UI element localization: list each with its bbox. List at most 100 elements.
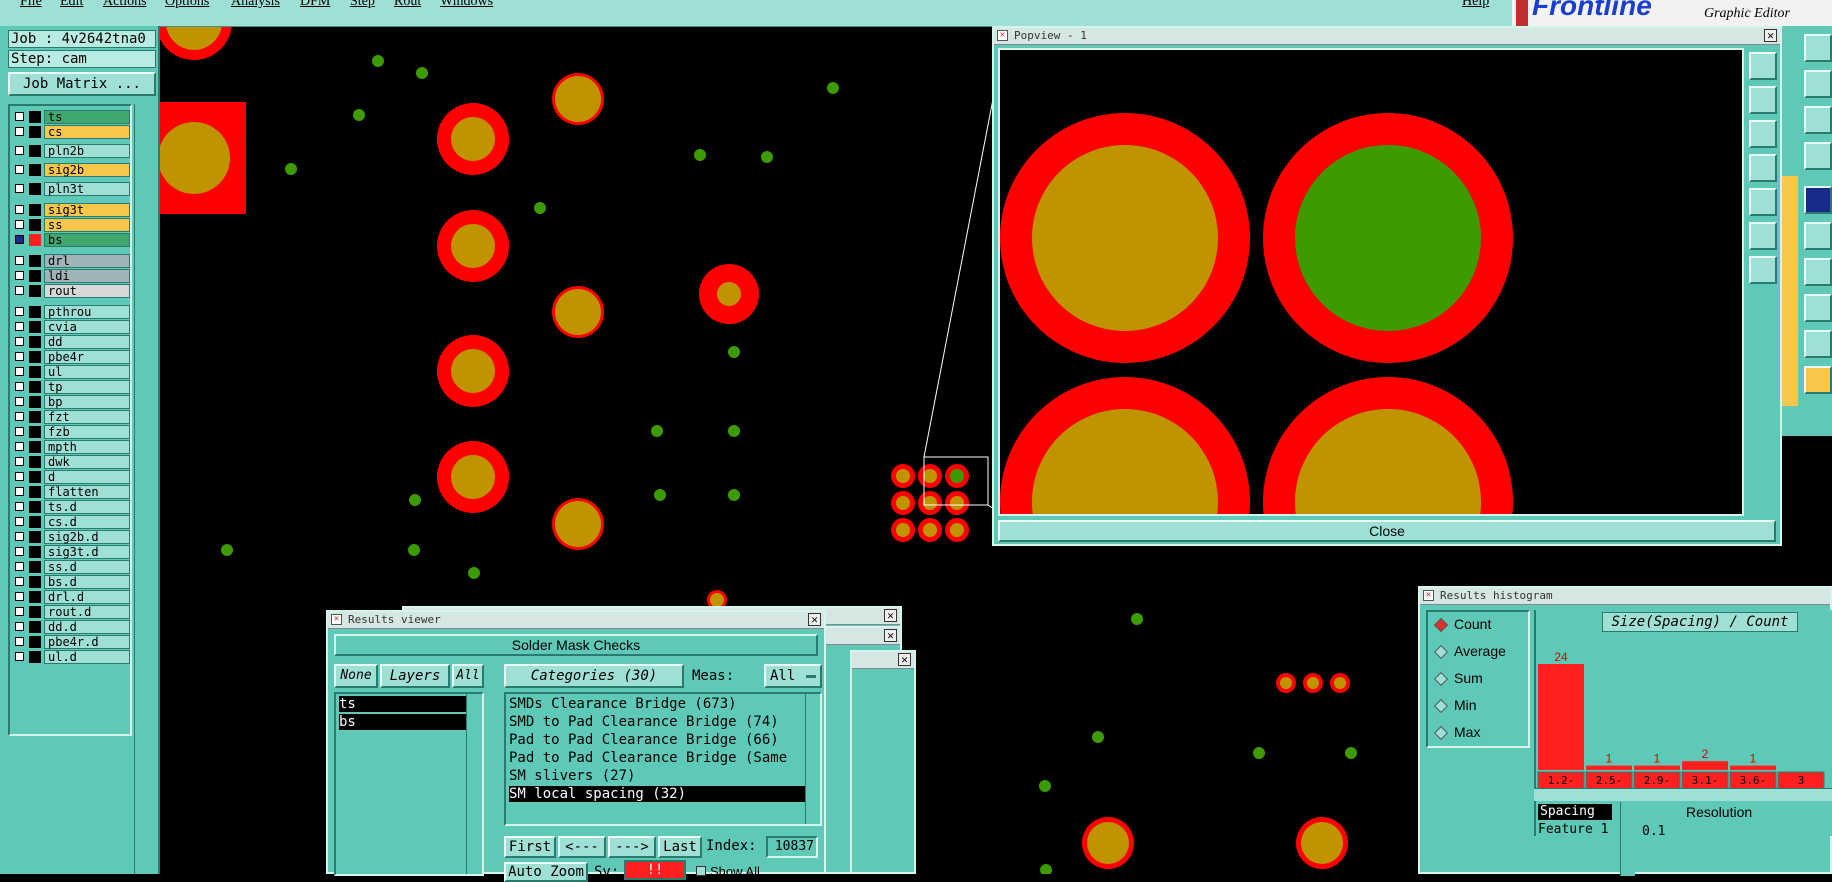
layer-name[interactable]: bs [44, 233, 130, 247]
sv-select[interactable]: !! [624, 860, 686, 880]
tool-line-icon[interactable] [1804, 258, 1832, 286]
layer-color-swatch[interactable] [29, 145, 41, 157]
layer-color-swatch[interactable] [29, 441, 41, 453]
layer-color-swatch[interactable] [29, 606, 41, 618]
layer-name[interactable]: pln3t [44, 182, 130, 196]
layer-name[interactable]: rout.d [44, 605, 130, 619]
layer-checkbox[interactable] [15, 442, 24, 451]
prev-button[interactable]: <--- [558, 836, 606, 858]
layer-color-swatch[interactable] [29, 351, 41, 363]
menu-rout[interactable]: Rout [394, 0, 421, 10]
layer-name[interactable]: dwk [44, 455, 130, 469]
all-button[interactable]: All [452, 664, 484, 688]
layer-checkbox[interactable] [15, 472, 24, 481]
layer-name[interactable]: ss [44, 218, 130, 232]
layer-checkbox[interactable] [15, 592, 24, 601]
layer-color-swatch[interactable] [29, 636, 41, 648]
layer-checkbox[interactable] [15, 184, 24, 193]
histogram-titlebar[interactable]: ✕ Results histogram [1420, 588, 1830, 605]
layer-color-swatch[interactable] [29, 336, 41, 348]
resolution-value[interactable]: 0.1 [1642, 824, 1665, 839]
layer-row-drl[interactable]: drl [12, 254, 130, 268]
layer-color-swatch[interactable] [29, 219, 41, 231]
list-item[interactable]: Pad to Pad Clearance Bridge (Same [509, 750, 805, 766]
layer-checkbox[interactable] [15, 271, 24, 280]
window-menu-icon[interactable]: ✕ [1423, 590, 1434, 601]
layer-color-swatch[interactable] [29, 396, 41, 408]
layer-color-swatch[interactable] [29, 471, 41, 483]
layer-name[interactable]: pbe4r [44, 350, 130, 364]
results-viewer-titlebar[interactable]: ✕ Results viewer ✕ [328, 612, 824, 629]
layer-checkbox[interactable] [15, 220, 24, 229]
layer-row-rout-d[interactable]: rout.d [12, 605, 130, 619]
layer-row-fzt[interactable]: fzt [12, 410, 130, 424]
layer-row-mpth[interactable]: mpth [12, 440, 130, 454]
layer-row-rout[interactable]: rout [12, 284, 130, 298]
layer-name[interactable]: flatten [44, 485, 130, 499]
layer-color-swatch[interactable] [29, 306, 41, 318]
layer-color-swatch[interactable] [29, 126, 41, 138]
layer-color-swatch[interactable] [29, 366, 41, 378]
layer-row-sig3t-d[interactable]: sig3t.d [12, 545, 130, 559]
histogram-bar[interactable] [1682, 761, 1728, 770]
layer-row-ldi[interactable]: ldi [12, 269, 130, 283]
layer-color-swatch[interactable] [29, 561, 41, 573]
layer-checkbox[interactable] [15, 517, 24, 526]
layer-name[interactable]: sig3t.d [44, 545, 130, 559]
layer-checkbox[interactable] [15, 146, 24, 155]
tool-expand-icon[interactable] [1749, 222, 1777, 250]
histogram-bar[interactable] [1538, 664, 1584, 770]
layer-name[interactable]: ss.d [44, 560, 130, 574]
tool-zoom-fit-icon[interactable] [1749, 52, 1777, 80]
tool-layers-icon[interactable] [1804, 34, 1832, 62]
window-menu-icon[interactable]: ✕ [997, 30, 1008, 41]
categories-label[interactable]: Categories (30) [504, 664, 684, 688]
layer-row-sig2b[interactable]: sig2b [12, 163, 130, 177]
close-icon[interactable]: ✕ [884, 609, 897, 622]
layer-name[interactable]: tp [44, 380, 130, 394]
layer-name[interactable]: drl [44, 254, 130, 268]
layer-row-ts-d[interactable]: ts.d [12, 500, 130, 514]
layer-row-ss[interactable]: ss [12, 218, 130, 232]
layer-checkbox[interactable] [15, 457, 24, 466]
layer-name[interactable]: ul.d [44, 650, 130, 664]
histogram-bar[interactable] [1586, 765, 1632, 770]
layer-row-d[interactable]: d [12, 470, 130, 484]
layer-checkbox[interactable] [15, 382, 24, 391]
index-field[interactable]: 10837 [766, 836, 818, 858]
histogram-scrollbar[interactable] [1534, 788, 1832, 801]
layer-checkbox[interactable] [15, 235, 24, 244]
layer-row-sig2b-d[interactable]: sig2b.d [12, 530, 130, 544]
categories-scrollbar[interactable] [805, 694, 820, 824]
layer-checkbox[interactable] [15, 112, 24, 121]
layer-name[interactable]: mpth [44, 440, 130, 454]
none-button[interactable]: None [334, 664, 378, 688]
back-window-titlebar[interactable]: ✕ [852, 652, 914, 669]
menu-options[interactable]: Options [165, 0, 209, 10]
tool-zoom-in-icon[interactable] [1749, 86, 1777, 114]
layer-row-bp[interactable]: bp [12, 395, 130, 409]
layer-checkbox[interactable] [15, 487, 24, 496]
popview-canvas[interactable] [998, 48, 1744, 516]
layer-name[interactable]: fzb [44, 425, 130, 439]
layer-name[interactable]: cvia [44, 320, 130, 334]
layer-color-swatch[interactable] [29, 204, 41, 216]
layer-color-swatch[interactable] [29, 164, 41, 176]
menu-actions[interactable]: Actions [103, 0, 147, 10]
tool-center-icon[interactable] [1749, 256, 1777, 284]
layer-color-swatch[interactable] [29, 285, 41, 297]
show-all-checkbox[interactable] [696, 866, 706, 876]
layer-color-swatch[interactable] [29, 546, 41, 558]
layer-row-ul-d[interactable]: ul.d [12, 650, 130, 664]
layer-color-swatch[interactable] [29, 255, 41, 267]
layer-name[interactable]: pbe4r.d [44, 635, 130, 649]
layer-name[interactable]: fzt [44, 410, 130, 424]
radio-sum[interactable]: Sum [1433, 670, 1483, 687]
layer-row-cs[interactable]: cs [12, 125, 130, 139]
layer-color-swatch[interactable] [29, 576, 41, 588]
layer-list-scrollbar[interactable] [466, 694, 481, 874]
layer-name[interactable]: bp [44, 395, 130, 409]
layer-name[interactable]: d [44, 470, 130, 484]
next-button[interactable]: ---> [608, 836, 656, 858]
layer-color-swatch[interactable] [29, 486, 41, 498]
